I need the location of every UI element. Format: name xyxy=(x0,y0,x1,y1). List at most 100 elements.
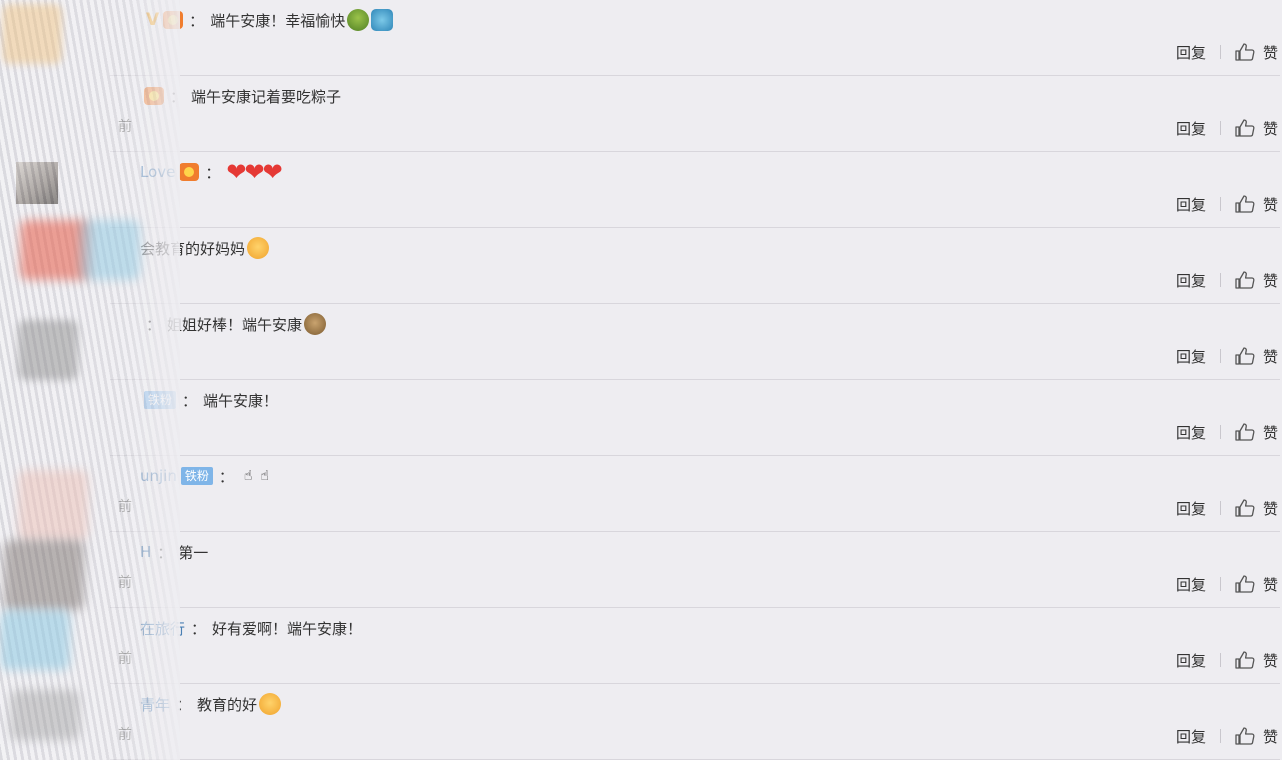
comment-line: 铁粉 ： 端午安康！ xyxy=(140,388,278,412)
comment-item: 铁粉 ： 端午安康！ 回复 赞 xyxy=(0,380,1282,456)
action-divider xyxy=(1219,273,1221,287)
fan-badge-icon xyxy=(163,11,184,29)
thumbs-up-icon xyxy=(1235,195,1255,213)
like-label: 赞 xyxy=(1262,195,1278,214)
comment-line: 在旅行 ： 好有爱啊！端午安康！ xyxy=(140,616,362,640)
like-button[interactable]: 赞 xyxy=(1235,650,1278,671)
like-button[interactable]: 赞 xyxy=(1235,574,1278,595)
comment-text: 端午安康！ xyxy=(203,391,279,410)
like-button[interactable]: 赞 xyxy=(1235,726,1278,747)
action-divider xyxy=(1219,501,1221,515)
like-button[interactable]: 赞 xyxy=(1235,270,1278,291)
comment-actions: 回复 赞 xyxy=(1176,420,1278,444)
comment-actions: 回复 赞 xyxy=(1176,344,1278,368)
reply-button[interactable]: 回复 xyxy=(1176,726,1206,747)
reply-button[interactable]: 回复 xyxy=(1176,118,1206,139)
like-button[interactable]: 赞 xyxy=(1235,118,1278,139)
monkey-emoji-icon xyxy=(304,313,327,335)
comment-item: ： 姐姐好棒！端午安康 回复 赞 xyxy=(0,304,1282,380)
thumbs-up-icon xyxy=(1235,43,1255,61)
reply-button[interactable]: 回复 xyxy=(1176,194,1206,215)
username-link[interactable]: 青年 xyxy=(140,694,170,715)
comment-item: 青年 ： 教育的好前 回复 赞 xyxy=(0,684,1282,760)
comment-item: 会教育的好妈妈回复 赞 xyxy=(0,228,1282,304)
comment-actions: 回复 赞 xyxy=(1176,724,1278,748)
comment-timestamp: 前 xyxy=(118,727,132,743)
like-label: 赞 xyxy=(1262,727,1278,746)
fan-tag-badge: 铁粉 xyxy=(180,467,213,485)
like-label: 赞 xyxy=(1262,423,1278,442)
comment-timestamp: 前 xyxy=(118,575,132,591)
comment-text: 好有爱啊！端午安康！ xyxy=(212,619,363,638)
reply-button[interactable]: 回复 xyxy=(1176,574,1206,595)
verified-v-icon: V xyxy=(146,10,160,30)
username-link[interactable]: Love xyxy=(140,163,175,181)
comment-line: unjin 铁粉 ： ☝ ☝ xyxy=(140,464,273,488)
action-divider xyxy=(1219,197,1221,211)
like-button[interactable]: 赞 xyxy=(1235,422,1278,443)
comment-line: V ： 端午安康！幸福愉快 xyxy=(140,8,394,32)
separator-colon: ： xyxy=(205,163,221,182)
comment-line: H ： 第一 xyxy=(140,540,208,564)
like-label: 赞 xyxy=(1262,575,1278,594)
comment-item: Love： ❤ ❤ ❤ 回复赞 xyxy=(0,152,1282,228)
reply-button[interactable]: 回复 xyxy=(1176,422,1206,443)
fan-badge-icon xyxy=(144,87,164,105)
comment-timestamp: 前 xyxy=(118,499,132,515)
like-label: 赞 xyxy=(1262,651,1278,670)
username-link[interactable]: unjin xyxy=(140,467,177,485)
thumbs-up-icon xyxy=(1235,423,1255,441)
thumbs-up-icon xyxy=(1235,271,1255,289)
avatar[interactable] xyxy=(16,162,58,204)
reply-button[interactable]: 回复 xyxy=(1176,42,1206,63)
comment-text: 教育的好 xyxy=(197,695,258,714)
heart-emoji-icon: ❤ xyxy=(226,158,247,186)
like-button[interactable]: 赞 xyxy=(1235,42,1278,63)
action-divider xyxy=(1219,425,1221,439)
comment-line: 会教育的好妈妈 xyxy=(140,236,270,260)
like-button[interactable]: 赞 xyxy=(1235,498,1278,519)
like-label: 赞 xyxy=(1262,347,1278,366)
comment-timestamp: 前 xyxy=(118,119,132,135)
dragon-boat-emoji-icon xyxy=(371,9,394,31)
comment-text: 端午安康记着要吃粽子 xyxy=(191,87,342,106)
action-divider xyxy=(1219,121,1221,135)
heart-emoji-icon: ❤ xyxy=(244,158,265,186)
pointing-hand-emoji-icon: ☝ xyxy=(260,468,269,484)
like-label: 赞 xyxy=(1262,271,1278,290)
reply-button[interactable]: 回复 xyxy=(1176,498,1206,519)
comment-item: H ： 第一前 回复 赞 xyxy=(0,532,1282,608)
comment-item: ： 端午安康记着要吃粽子前 回复 赞 xyxy=(0,76,1282,152)
separator-colon: ： xyxy=(189,11,205,30)
action-divider xyxy=(1219,349,1221,363)
fan-badge-icon xyxy=(179,163,200,181)
username-link[interactable]: H xyxy=(140,543,151,561)
action-divider xyxy=(1219,653,1221,667)
comment-timestamp: 前 xyxy=(118,651,132,667)
thumbs-up-emoji-icon xyxy=(259,693,282,715)
action-divider xyxy=(1219,577,1221,591)
comment-line: 青年 ： 教育的好 xyxy=(140,692,282,716)
thumbs-up-icon xyxy=(1235,651,1255,669)
separator-colon: ： xyxy=(146,315,162,334)
separator-colon: ： xyxy=(176,695,192,714)
reply-button[interactable]: 回复 xyxy=(1176,650,1206,671)
separator-colon: ： xyxy=(218,467,234,486)
action-divider xyxy=(1219,729,1221,743)
comment-line: Love： ❤ ❤ ❤ xyxy=(140,158,283,186)
username-link[interactable]: 在旅行 xyxy=(140,618,185,639)
action-divider xyxy=(1219,45,1221,59)
like-button[interactable]: 赞 xyxy=(1235,346,1278,367)
comment-item: V ： 端午安康！幸福愉快 回复 赞 xyxy=(0,0,1282,76)
like-label: 赞 xyxy=(1262,119,1278,138)
pointing-hand-emoji-icon: ☝ xyxy=(243,468,253,484)
thumbs-up-icon xyxy=(1235,347,1255,365)
comment-actions: 回复 赞 xyxy=(1176,572,1278,596)
reply-button[interactable]: 回复 xyxy=(1176,346,1206,367)
comment-item: 在旅行 ： 好有爱啊！端午安康！ 前 回复 赞 xyxy=(0,608,1282,684)
like-button[interactable]: 赞 xyxy=(1235,194,1278,215)
fan-tag-badge: 铁粉 xyxy=(144,391,177,409)
comment-actions: 回复 赞 xyxy=(1176,192,1278,216)
thumbs-up-icon xyxy=(1235,727,1255,745)
reply-button[interactable]: 回复 xyxy=(1176,270,1206,291)
